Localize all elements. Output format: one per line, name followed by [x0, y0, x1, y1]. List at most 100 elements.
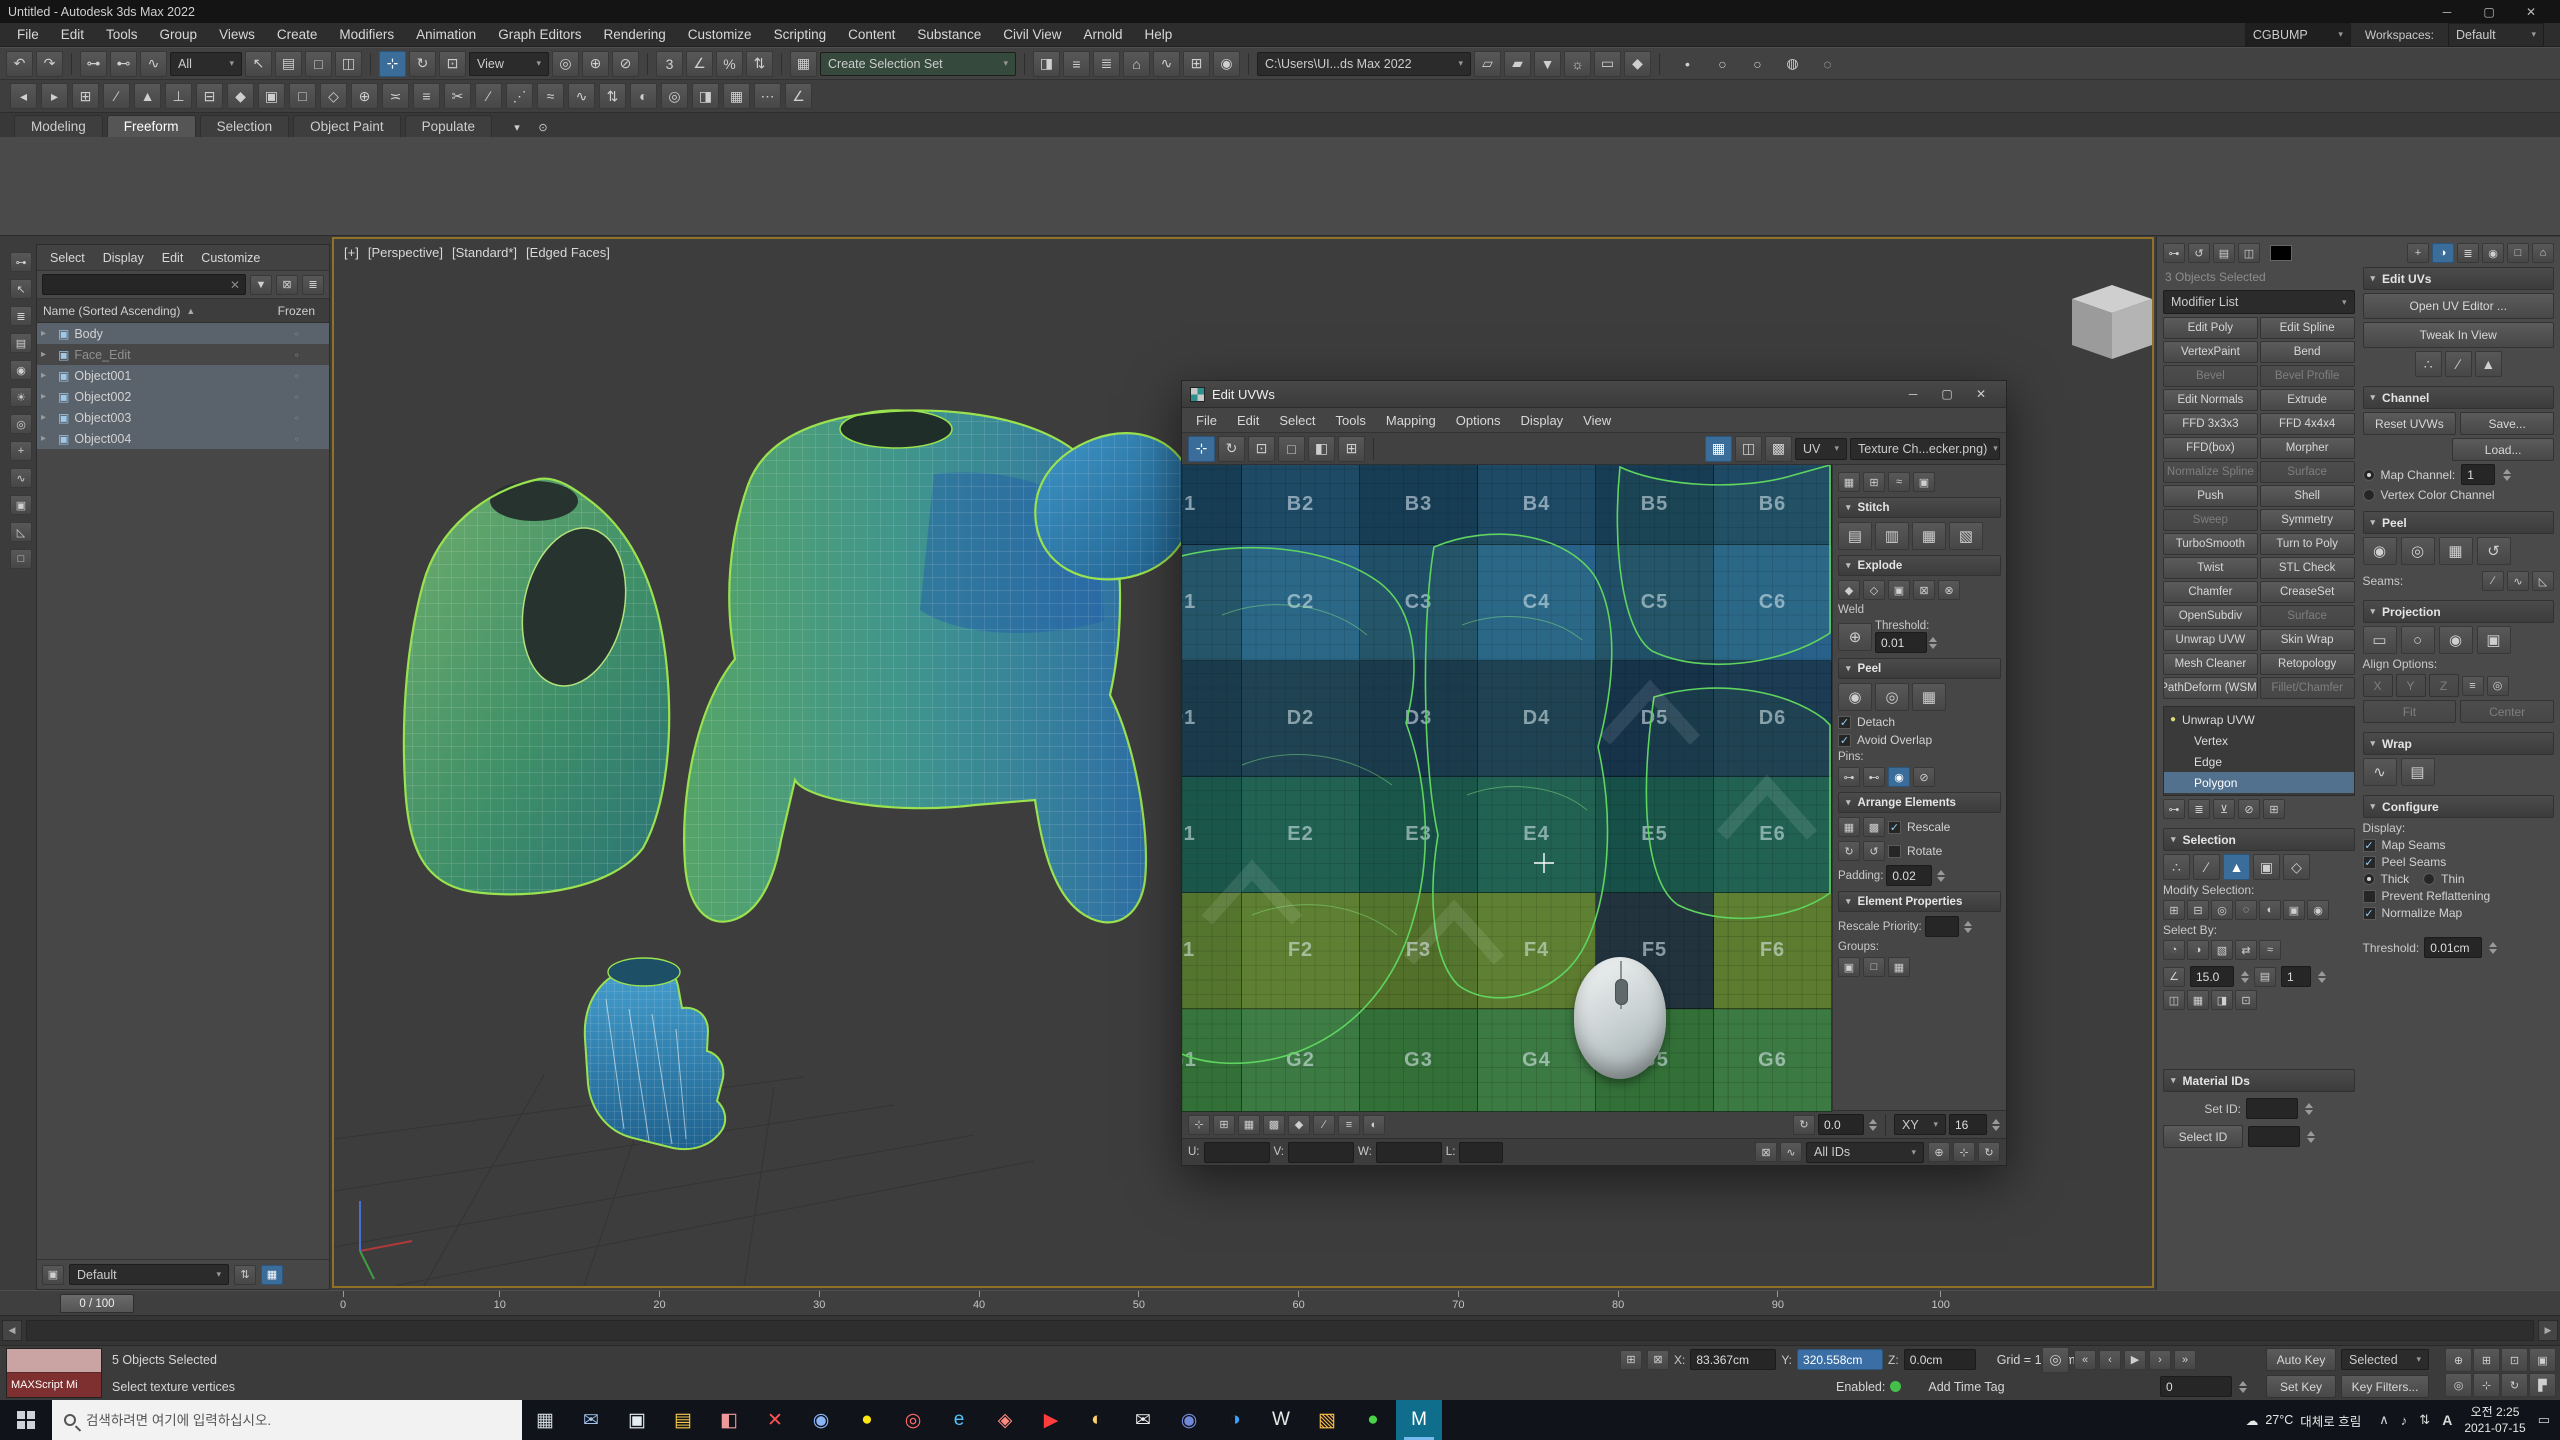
close-button[interactable]: ✕: [2510, 0, 2552, 23]
uv-zoom-icon[interactable]: ⊕: [1928, 1142, 1950, 1162]
menu-item[interactable]: Group: [149, 23, 209, 47]
material-id-filter-dropdown[interactable]: All IDs▾: [1806, 1142, 1924, 1163]
configure-rollout-header[interactable]: ▾Configure: [2363, 795, 2555, 818]
zoom-extents-all-icon[interactable]: ▣: [2529, 1348, 2556, 1372]
tab-utilities-icon[interactable]: ⌂: [2532, 243, 2554, 263]
rescale-cluster-icon[interactable]: ⊞: [1863, 472, 1885, 492]
connect-icon[interactable]: ≡: [413, 83, 440, 109]
avoid-overlap-checkbox[interactable]: ✓Avoid Overlap: [1838, 733, 2001, 747]
timeline-tick[interactable]: 40: [973, 1291, 985, 1317]
transform-typein-icon[interactable]: ⊞: [1620, 1350, 1642, 1370]
timeline-tick[interactable]: 100: [1932, 1291, 1950, 1317]
render-production-icon[interactable]: ◆: [1624, 51, 1651, 77]
uv-grid-size-spinner[interactable]: [1992, 1119, 2000, 1131]
file-explorer-icon[interactable]: ▤: [660, 1400, 706, 1440]
zoom-icon[interactable]: ⊕: [2445, 1348, 2472, 1372]
select-element-icon[interactable]: ▣: [2253, 854, 2280, 880]
menu-item[interactable]: Views: [208, 23, 266, 47]
stack-sublevel-item[interactable]: Edge: [2164, 751, 2354, 772]
modifier-button[interactable]: Bevel: [2163, 365, 2258, 387]
explorer-lock-icon[interactable]: ⊠: [276, 275, 298, 295]
uv-vertex-snap-icon[interactable]: ◆: [1288, 1115, 1310, 1135]
go-to-end-icon[interactable]: »: [2174, 1350, 2196, 1370]
uv-rotate-icon[interactable]: ↻: [1218, 436, 1245, 462]
threshold-spinner[interactable]: [1929, 637, 1937, 649]
modifier-button[interactable]: Sweep: [2163, 509, 2258, 531]
paint-deform-icon[interactable]: ∿: [568, 83, 595, 109]
trackbar-left-arrow-icon[interactable]: ◀: [2, 1320, 22, 1341]
go-to-start-icon[interactable]: «: [2074, 1350, 2096, 1370]
peel-rollout-header-cp[interactable]: ▾Peel: [2363, 511, 2555, 534]
thin-radio[interactable]: Thin: [2423, 872, 2464, 886]
modifier-button[interactable]: Edit Spline: [2260, 317, 2355, 339]
convert-edge-to-seam-icon[interactable]: ◺: [2532, 571, 2554, 591]
scene-explorer-row[interactable]: ▸ ▣ Object004 ◦: [37, 428, 329, 449]
backface-cull-icon[interactable]: ⊡: [2235, 990, 2257, 1010]
outline-icon[interactable]: □: [289, 83, 316, 109]
pin-stack-icon[interactable]: ⊶: [2163, 799, 2185, 819]
uv-move-icon[interactable]: ⊹: [1188, 436, 1215, 462]
uv-edge-mode-icon[interactable]: ▦: [2187, 990, 2209, 1010]
edge-constraint-icon[interactable]: ∕: [103, 83, 130, 109]
rescale-priority-field[interactable]: [1925, 916, 1959, 937]
scene-explorer-row[interactable]: ▸ ▣ Object002 ◦: [37, 386, 329, 407]
modifier-button[interactable]: Morpher: [2260, 437, 2355, 459]
next-frame-icon[interactable]: ›: [2149, 1350, 2171, 1370]
viewport-menu-renderer[interactable]: [Standard*]: [452, 245, 517, 260]
ribbon-tab[interactable]: Modeling: [14, 115, 103, 137]
explorer-bones-icon[interactable]: ◺: [10, 522, 32, 542]
clock-widget[interactable]: 오전 2:25 2021-07-15: [2464, 1404, 2525, 1436]
select-manipulate-icon[interactable]: ⊕: [582, 51, 609, 77]
modifier-button[interactable]: Normalize Spline: [2163, 461, 2258, 483]
relax-uvs-icon[interactable]: ≈: [1888, 472, 1910, 492]
scene-explorer-row[interactable]: ▸ ▣ Body ◦: [37, 323, 329, 344]
menu-item[interactable]: File: [6, 23, 50, 47]
modifier-button[interactable]: Fillet/Chamfer: [2260, 677, 2355, 699]
mirror-geometry-icon[interactable]: ◨: [692, 83, 719, 109]
uv-edge-mode-icon[interactable]: ∕: [2445, 351, 2472, 377]
uv-edge-snap-icon[interactable]: ∕: [1313, 1115, 1335, 1135]
timeline-tick[interactable]: 60: [1292, 1291, 1304, 1317]
scene-explorer-row[interactable]: ▸ ▣ Face_Edit ◦: [37, 344, 329, 365]
frozen-toggle-icon[interactable]: ◦: [295, 369, 325, 383]
wikipedia-icon[interactable]: W: [1258, 1400, 1304, 1440]
uv-grid-size-field[interactable]: 16: [1949, 1114, 1987, 1135]
render-setup-icon[interactable]: ☼: [1564, 51, 1591, 77]
set-keys-button[interactable]: ◎: [2042, 1347, 2069, 1373]
timeline-tick[interactable]: 10: [494, 1291, 506, 1317]
modifier-button[interactable]: Skin Wrap: [2260, 629, 2355, 651]
modifier-button[interactable]: Shell: [2260, 485, 2355, 507]
current-frame-spinner[interactable]: [2239, 1381, 2247, 1393]
open-edge-icon[interactable]: ◨: [2211, 990, 2233, 1010]
selection-rollout-header[interactable]: ▾Selection: [2163, 828, 2355, 851]
explorer-view-icon[interactable]: ▣: [42, 1265, 64, 1285]
modifier-button[interactable]: FFD 4x4x4: [2260, 413, 2355, 435]
modifier-button[interactable]: Unwrap UVW: [2163, 629, 2258, 651]
uv-texture-dropdown[interactable]: Texture Ch...ecker.png)▾: [1850, 438, 2000, 460]
play-icon[interactable]: ▶: [2124, 1350, 2146, 1370]
by-element-icon[interactable]: ▣: [2283, 900, 2305, 920]
edit-uvs-rollout-header[interactable]: ▾Edit UVs: [2363, 267, 2555, 290]
menu-item[interactable]: Edit: [50, 23, 95, 47]
frozen-toggle-icon[interactable]: ◦: [295, 411, 325, 425]
pack-now-icon[interactable]: ▦: [1838, 817, 1860, 837]
uv-grid-snap-icon[interactable]: ▩: [1263, 1115, 1285, 1135]
pan-icon[interactable]: ⊹: [2473, 1373, 2500, 1397]
shrink-selection-icon[interactable]: ⊟: [2187, 900, 2209, 920]
channel-rollout-header[interactable]: ▾Channel: [2363, 386, 2555, 409]
explorer-preset-dropdown[interactable]: Default▾: [69, 1264, 229, 1285]
field-of-view-icon[interactable]: ◎: [2445, 1373, 2472, 1397]
schematic-view-icon[interactable]: ⊞: [1183, 51, 1210, 77]
peel-rollout-header[interactable]: ▾Peel: [1838, 658, 2001, 679]
keyboard-override-icon[interactable]: ⊘: [612, 51, 639, 77]
uv-lock-icon[interactable]: ⊠: [1755, 1142, 1777, 1162]
menu-item[interactable]: Scripting: [763, 23, 838, 47]
bind-spacewarp-icon[interactable]: ∿: [140, 51, 167, 77]
menu-item[interactable]: Civil View: [992, 23, 1072, 47]
state-circle-icon-1[interactable]: ○: [1709, 51, 1736, 77]
modifier-button[interactable]: VertexPaint: [2163, 341, 2258, 363]
uv-menu-item[interactable]: Select: [1269, 408, 1325, 432]
undo-icon[interactable]: ↶: [6, 51, 33, 77]
set-id-spinner[interactable]: [2305, 1103, 2313, 1115]
explorer-hierarchy-icon[interactable]: ≣: [10, 306, 32, 326]
